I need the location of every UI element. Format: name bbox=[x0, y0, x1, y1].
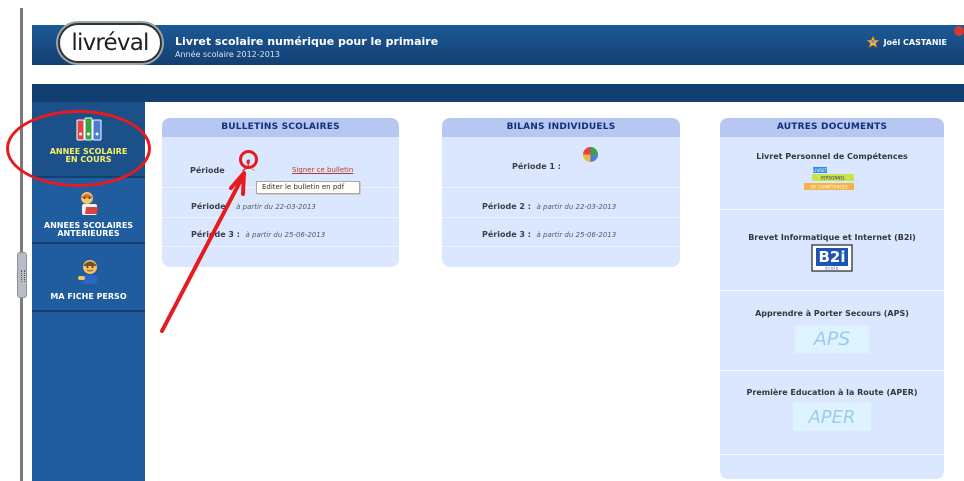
pdf-icon-highlight-circle bbox=[239, 150, 258, 169]
bilans-period-1-label: Période 1 : bbox=[512, 162, 561, 171]
sidebar-item-previous-school-years[interactable]: ANNEES SCOLAIRES ANTERIEURES bbox=[32, 180, 145, 244]
bilans-panel: BILANS INDIVIDUELS Période 1 : Période 2… bbox=[442, 118, 680, 267]
bulletins-period-3-date: à partir du 25-06-2013 bbox=[245, 231, 326, 239]
bilans-period-3-date: à partir du 25-06-2013 bbox=[536, 231, 617, 239]
bilans-title: BILANS INDIVIDUELS bbox=[442, 118, 680, 137]
resize-handle[interactable] bbox=[17, 252, 27, 298]
sidebar-item-personal-profile[interactable]: MA FICHE PERSO bbox=[32, 246, 145, 312]
aps-logo-text: APS bbox=[812, 328, 851, 350]
doc-title-aper: Première Education à la Route (APER) bbox=[746, 388, 918, 397]
application-title: Livret scolaire numérique pour le primai… bbox=[175, 35, 439, 48]
bilans-period-3-label: Période 3 : bbox=[482, 230, 531, 239]
autres-divider-2 bbox=[720, 290, 944, 291]
navigation-bar bbox=[32, 84, 964, 102]
child-profile-icon bbox=[78, 260, 97, 284]
annotation-red-arrow bbox=[160, 171, 246, 333]
user-star-icon bbox=[866, 36, 879, 48]
aper-logo[interactable]: APER bbox=[793, 403, 871, 431]
livreval-logo[interactable]: livréval bbox=[58, 23, 162, 63]
lpc-logo-text-bottom: DE COMPÉTENCES bbox=[810, 185, 847, 190]
b2i-logo-subtext: école bbox=[825, 266, 839, 271]
pie-chart-icon[interactable] bbox=[582, 146, 599, 163]
logo-text: livréval bbox=[71, 30, 149, 56]
annotation-red-oval bbox=[6, 110, 151, 187]
frame-edge bbox=[20, 8, 23, 481]
sign-bulletin-link[interactable]: Signer ce bulletin bbox=[292, 166, 353, 174]
doc-title-livret-personnel: Livret Personnel de Compétences bbox=[756, 152, 908, 161]
autres-divider-3 bbox=[720, 370, 944, 371]
bilans-divider-1 bbox=[442, 187, 680, 188]
personal-profile-label: MA FICHE PERSO bbox=[32, 292, 145, 301]
bilans-divider-3 bbox=[442, 246, 680, 247]
livret-personnel-logo[interactable]: LIVRET PERSONNEL DE COMPÉTENCES bbox=[803, 166, 861, 194]
b2i-logo[interactable]: B2i école bbox=[809, 244, 855, 272]
logout-icon[interactable] bbox=[954, 26, 964, 36]
autres-divider-1 bbox=[720, 209, 944, 210]
student-icon bbox=[81, 192, 98, 215]
bilans-period-2-date: à partir du 22-03-2013 bbox=[536, 203, 617, 211]
autres-documents-title: AUTRES DOCUMENTS bbox=[720, 118, 944, 137]
user-name: Joël CASTANIE bbox=[883, 37, 947, 47]
pdf-tooltip: Editer le bulletin en pdf bbox=[256, 181, 360, 194]
doc-title-aps: Apprendre à Porter Secours (APS) bbox=[755, 309, 909, 318]
personal-profile-label-line-1: MA FICHE PERSO bbox=[50, 292, 127, 301]
school-year: Année scolaire 2012-2013 bbox=[175, 50, 280, 59]
b2i-logo-text: B2i bbox=[818, 248, 845, 266]
bulletins-title: BULLETINS SCOLAIRES bbox=[162, 118, 399, 137]
bilans-divider-2 bbox=[442, 217, 680, 218]
previous-school-years-label-line-2: ANTERIEURES bbox=[57, 229, 120, 239]
doc-title-b2i: Brevet Informatique et Internet (B2i) bbox=[748, 233, 916, 242]
bilans-period-3-row: Période 3 : à partir du 25-06-2013 bbox=[482, 230, 680, 239]
previous-school-years-label: ANNEES SCOLAIRES ANTERIEURES bbox=[32, 221, 145, 239]
user-area[interactable]: Joël CASTANIE bbox=[866, 36, 947, 48]
autres-divider-4 bbox=[720, 454, 944, 455]
bilans-period-2-row: Période 2 : à partir du 22-03-2013 bbox=[482, 202, 680, 211]
autres-documents-panel: AUTRES DOCUMENTS Livret Personnel de Com… bbox=[720, 118, 944, 479]
top-header bbox=[32, 25, 964, 65]
lpc-logo-text-top: LIVRET bbox=[813, 168, 827, 173]
aper-logo-text: APER bbox=[807, 407, 855, 428]
lpc-logo-text-mid: PERSONNEL bbox=[821, 175, 846, 180]
bilans-period-2-label: Période 2 : bbox=[482, 202, 531, 211]
aps-logo[interactable]: APS bbox=[795, 325, 869, 353]
left-frame bbox=[0, 0, 32, 481]
